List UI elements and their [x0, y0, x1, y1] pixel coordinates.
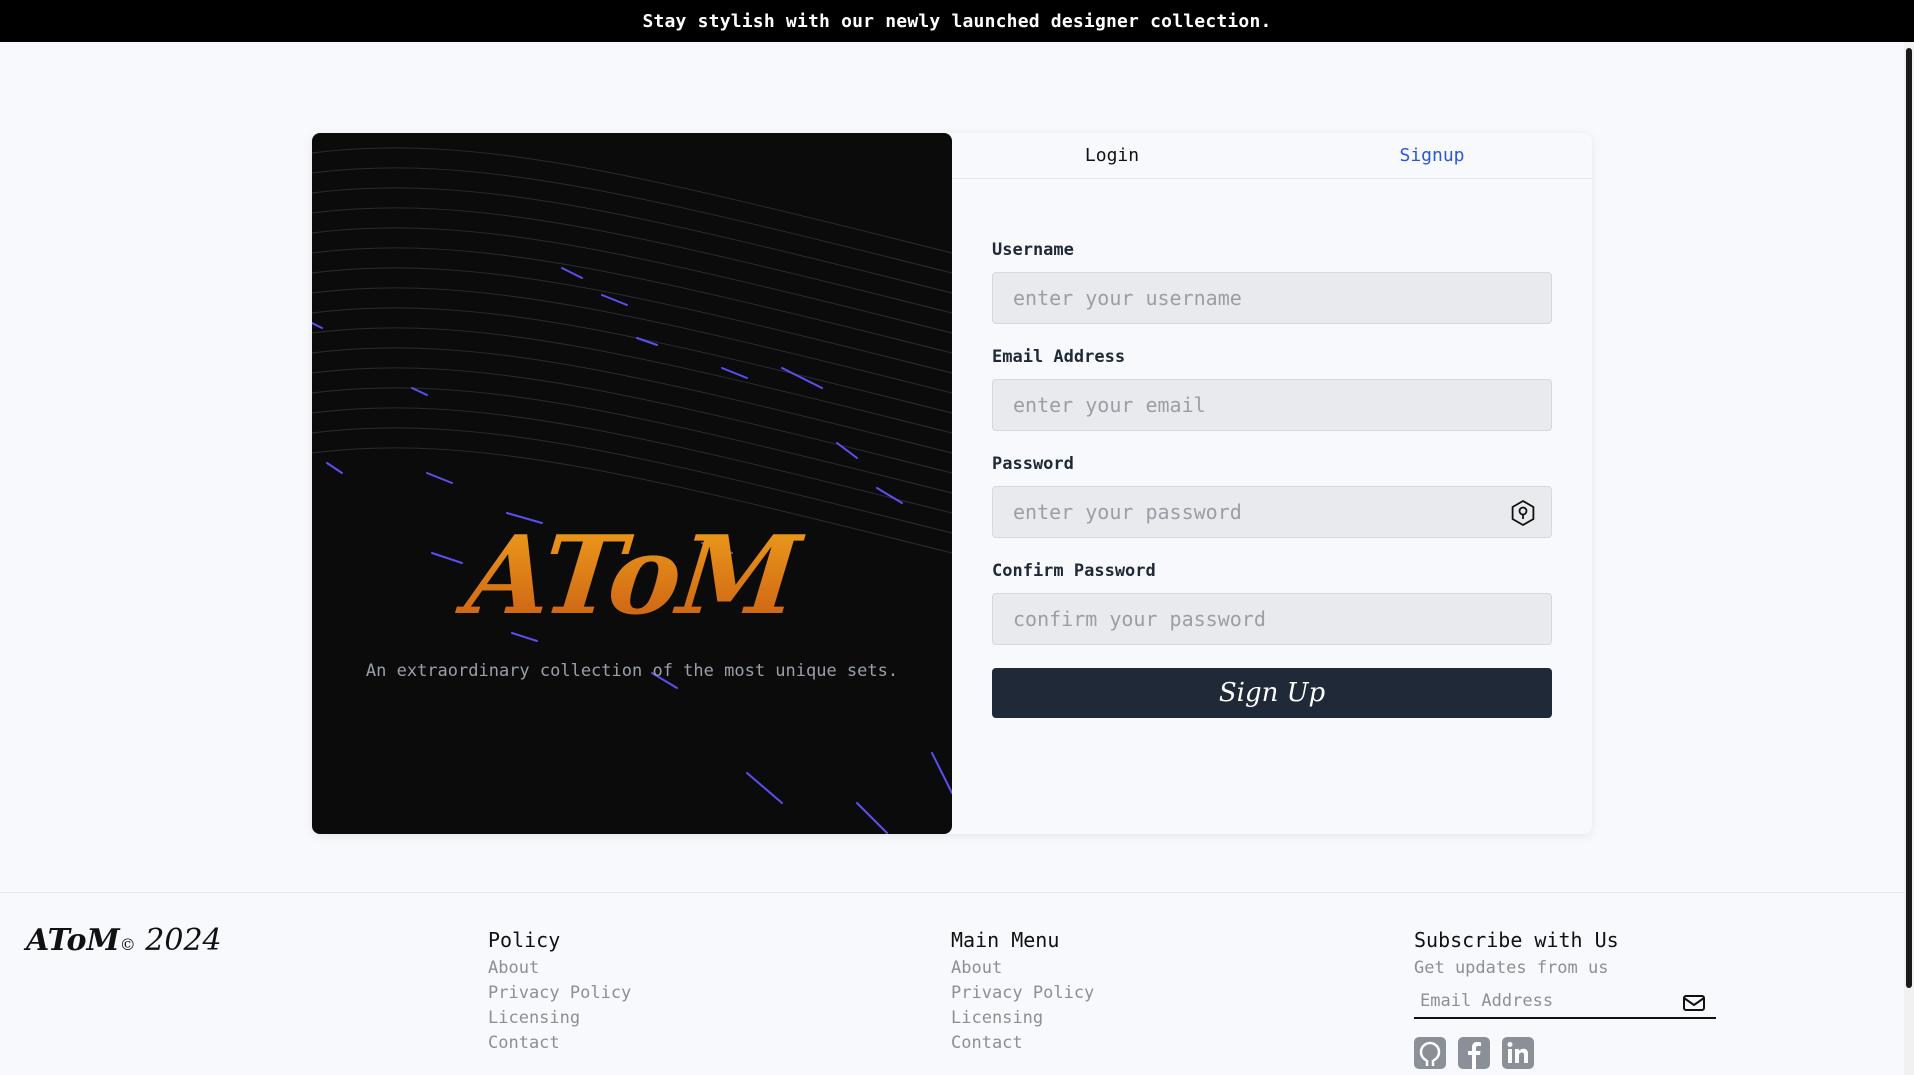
linkedin-icon[interactable] — [1502, 1037, 1534, 1069]
footer-main-menu-column: Main Menu About Privacy Policy Licensing… — [951, 928, 1094, 1056]
menu-link-licensing[interactable]: Licensing — [951, 1006, 1094, 1031]
footer-subscribe-column: Subscribe with Us Get updates from us — [1414, 928, 1716, 1069]
subscribe-field-wrapper — [1414, 985, 1716, 1019]
policy-link-privacy[interactable]: Privacy Policy — [488, 981, 631, 1006]
menu-link-contact[interactable]: Contact — [951, 1031, 1094, 1056]
social-links — [1414, 1037, 1716, 1069]
policy-heading: Policy — [488, 928, 561, 952]
footer-logo: AToM — [26, 923, 120, 958]
hero-tagline: An extraordinary collection of the most … — [365, 661, 899, 681]
username-input[interactable] — [993, 273, 1551, 323]
footer-brand: AToM© 2024 — [26, 923, 222, 958]
confirm-password-input[interactable] — [993, 594, 1551, 644]
email-label: Email Address — [992, 347, 1126, 367]
password-field-wrapper — [992, 486, 1552, 538]
announcement-bar: Stay stylish with our newly launched des… — [0, 0, 1914, 42]
tab-signup[interactable]: Signup — [1272, 133, 1592, 178]
username-label: Username — [992, 240, 1074, 260]
scrollbar-thumb[interactable] — [1906, 48, 1912, 988]
subscribe-subtitle: Get updates from us — [1414, 958, 1609, 978]
password-input[interactable] — [993, 487, 1551, 537]
hero-panel: AToM An extraordinary collection of the … — [312, 133, 952, 834]
email-field-wrapper — [992, 379, 1552, 431]
confirm-password-field-wrapper — [992, 593, 1552, 645]
policy-link-licensing[interactable]: Licensing — [488, 1006, 631, 1031]
subscribe-heading: Subscribe with Us — [1414, 928, 1619, 952]
hero-background-pattern — [312, 147, 952, 834]
tab-login[interactable]: Login — [952, 133, 1272, 178]
email-input[interactable] — [993, 380, 1551, 430]
copyright-symbol: © — [119, 935, 136, 954]
signup-form: Username Email Address Password Confirm … — [992, 240, 1552, 718]
github-icon[interactable] — [1414, 1037, 1446, 1069]
main-menu-heading: Main Menu — [951, 928, 1060, 952]
policy-link-contact[interactable]: Contact — [488, 1031, 631, 1056]
subscribe-email-input[interactable] — [1414, 985, 1716, 1017]
hero-logo: AToM — [312, 513, 952, 639]
username-field-wrapper — [992, 272, 1552, 324]
footer-policy-column: Policy About Privacy Policy Licensing Co… — [488, 928, 631, 1056]
mail-icon[interactable] — [1682, 993, 1706, 1013]
footer-year: 2024 — [145, 923, 222, 958]
confirm-password-label: Confirm Password — [992, 561, 1156, 581]
footer: AToM© 2024 Policy About Privacy Policy L… — [0, 892, 1904, 1075]
menu-link-privacy[interactable]: Privacy Policy — [951, 981, 1094, 1006]
sign-up-button[interactable]: Sign Up — [992, 668, 1552, 718]
policy-link-about[interactable]: About — [488, 956, 631, 981]
announcement-text: Stay stylish with our newly launched des… — [642, 10, 1272, 32]
password-label: Password — [992, 454, 1074, 474]
password-visibility-icon[interactable] — [1509, 499, 1537, 527]
facebook-icon[interactable] — [1458, 1037, 1490, 1069]
auth-tabs: Login Signup — [952, 133, 1592, 179]
menu-link-about[interactable]: About — [951, 956, 1094, 981]
